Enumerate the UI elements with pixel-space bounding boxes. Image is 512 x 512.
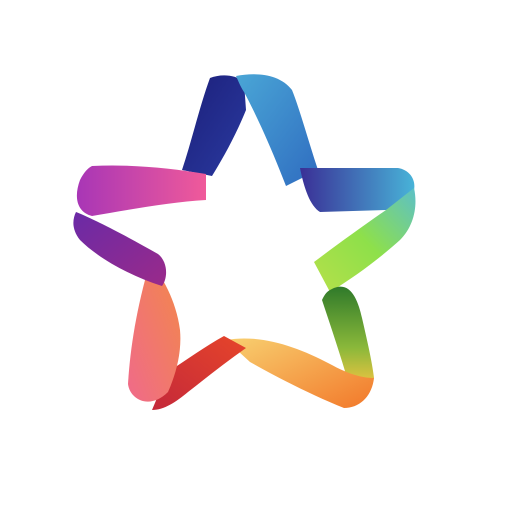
rainbow-ribbon-star-icon [73,74,416,410]
ribbon-segment-purple [73,212,167,286]
canvas [0,0,512,512]
ribbon-segment-navy [182,75,246,176]
ribbon-segment-magenta [76,165,206,216]
